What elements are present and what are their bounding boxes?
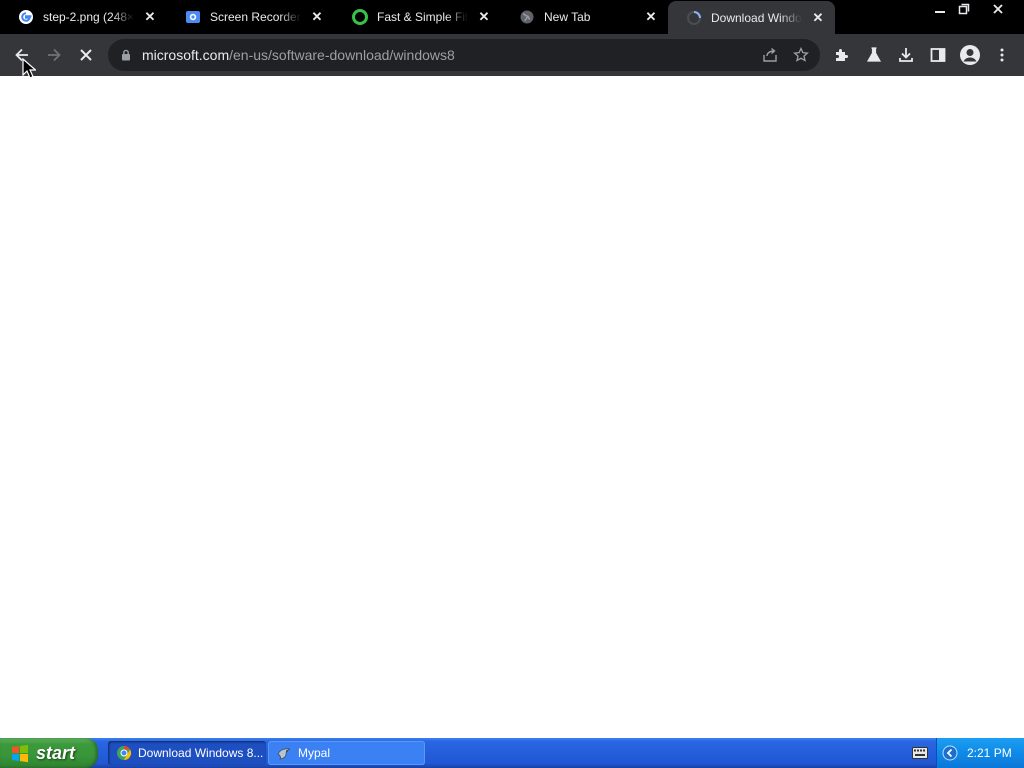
system-tray: 2:21 PM [936,738,1024,768]
share-button[interactable] [758,43,782,67]
side-panel-button[interactable] [922,39,954,71]
profile-button[interactable] [954,39,986,71]
tab-step-2-png[interactable]: step-2.png (248×1 ✕ [0,0,167,34]
globe-icon [519,9,535,25]
lock-icon [122,49,130,61]
kebab-menu-icon [1000,48,1004,62]
page-viewport[interactable] [0,76,1024,738]
tab-screen-recorder[interactable]: Screen Recorder - S ✕ [167,0,334,34]
start-button[interactable]: start [0,738,98,768]
taskbar: start Download Windows 8... Mypal 2:21 P… [0,738,1024,768]
restore-button[interactable] [952,0,976,18]
tab-title: Fast & Simple File Tr [377,10,468,24]
tab-download-windows[interactable]: Download Windows ✕ [668,1,835,34]
star-icon [793,47,809,62]
tab-close-icon[interactable]: ✕ [643,9,659,25]
tab-close-icon[interactable]: ✕ [142,9,158,25]
tab-title: Download Windows [711,10,802,25]
bookmark-button[interactable] [789,43,813,67]
google-icon [18,9,34,25]
avatar-icon [960,45,980,65]
close-icon [993,4,1003,14]
taskbar-item-label: Mypal [298,746,331,760]
mouse-cursor-icon [22,58,36,79]
flask-icon [866,47,882,62]
windows-logo-icon [12,744,28,763]
side-panel-icon [930,48,946,62]
puzzle-icon [836,49,848,61]
tab-title: New Tab [544,10,635,24]
loading-spinner-icon [686,10,702,26]
minimize-icon [935,11,945,13]
keyboard-icon[interactable] [912,747,928,759]
restore-icon [958,3,970,15]
tab-strip: step-2.png (248×1 ✕ Screen Recorder - S … [0,0,1024,34]
address-bar[interactable]: microsoft.com/en-us/software-download/wi… [108,39,820,71]
downloads-button[interactable] [890,39,922,71]
stop-loading-button[interactable] [70,39,102,71]
share-icon [763,47,777,62]
minimize-button[interactable] [928,0,952,18]
start-label: start [36,742,76,763]
stop-icon [80,49,92,61]
download-icon [899,48,913,62]
chrome-icon [116,745,132,761]
url-text: microsoft.com/en-us/software-download/wi… [142,39,455,71]
menu-button[interactable] [986,39,1018,71]
mypal-icon [276,745,292,761]
clock: 2:21 PM [967,746,1012,760]
tab-close-icon[interactable]: ✕ [309,9,325,25]
tab-title: Screen Recorder - S [210,10,301,24]
arrow-right-icon [48,48,61,62]
window-close-button[interactable] [984,0,1012,18]
taskbar-item-chrome[interactable]: Download Windows 8... [108,741,266,765]
url-host: microsoft.com [142,47,230,63]
labs-button[interactable] [858,39,890,71]
tab-file-transfer[interactable]: Fast & Simple File Tr ✕ [334,0,501,34]
taskbar-item-mypal[interactable]: Mypal [268,741,425,765]
taskbar-item-label: Download Windows 8... [138,746,264,760]
tab-close-icon[interactable]: ✕ [476,9,492,25]
tab-title: step-2.png (248×1 [43,10,134,24]
url-path: /en-us/software-download/windows8 [229,47,455,63]
file-transfer-icon [352,9,368,25]
tab-close-icon[interactable]: ✕ [810,10,826,26]
forward-button[interactable] [38,39,70,71]
extensions-button[interactable] [826,39,858,71]
tray-arrow-icon[interactable] [942,745,958,761]
browser-toolbar: microsoft.com/en-us/software-download/wi… [0,34,1024,76]
screen-recorder-icon [185,9,201,25]
tab-new-tab[interactable]: New Tab ✕ [501,0,668,34]
